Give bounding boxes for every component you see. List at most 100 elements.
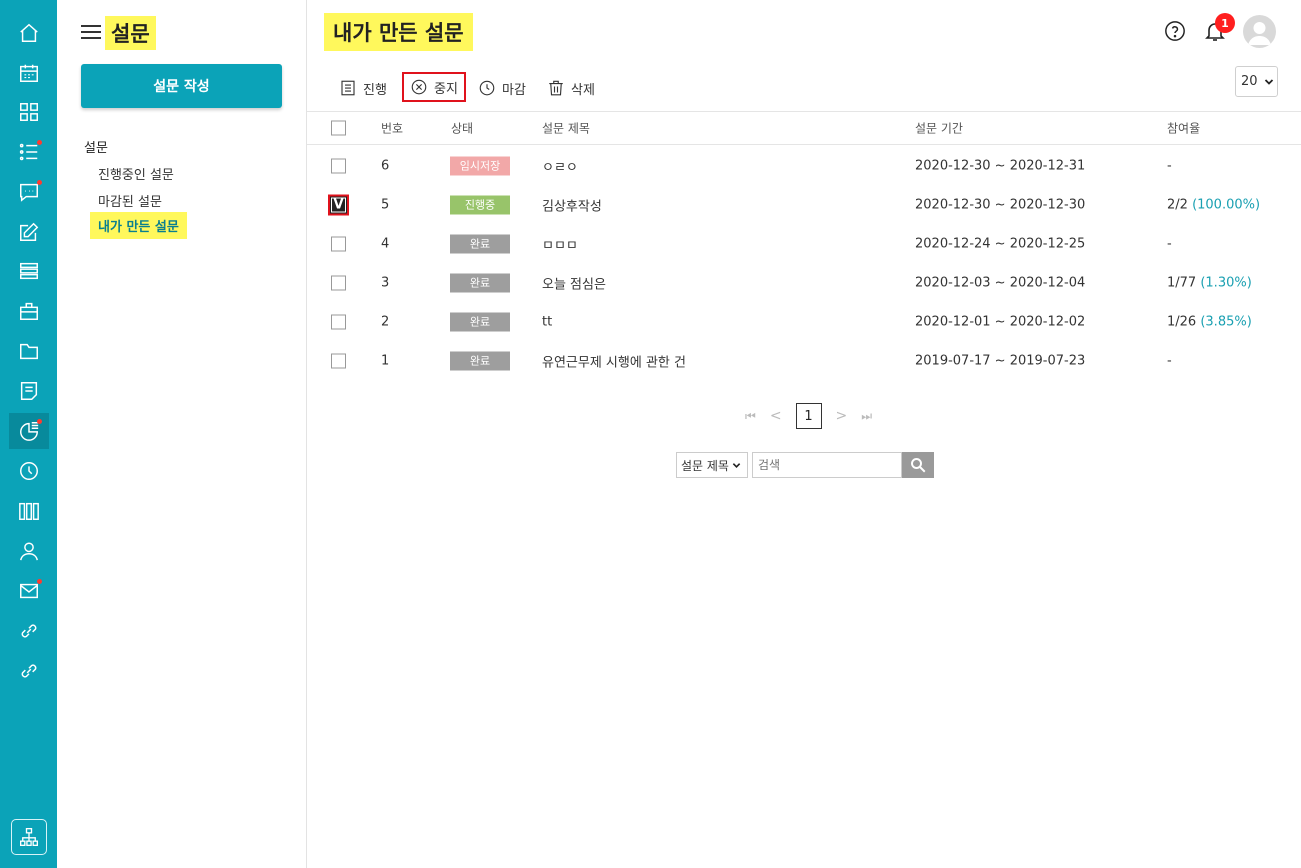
rate-percent: (1.30%) <box>1200 275 1252 290</box>
search-field-select[interactable]: 설문 제목 <box>676 452 748 478</box>
rate-count: - <box>1167 158 1172 173</box>
col-title: 설문 제목 <box>542 121 590 136</box>
avatar[interactable] <box>1243 15 1276 48</box>
row-checkbox[interactable] <box>331 275 346 290</box>
row-rate: 2/2 (100.00%) <box>1167 197 1260 212</box>
app-rail <box>0 0 57 868</box>
trash-icon <box>549 80 563 96</box>
select-all-checkbox[interactable] <box>331 120 346 136</box>
table-row[interactable]: 3 완료 오늘 점심은 2020-12-03 ~ 2020-12-04 1/77 (1.… <box>307 263 1301 302</box>
folder-icon[interactable] <box>9 333 49 369</box>
col-period: 설문 기간 <box>915 121 963 136</box>
sidebar-title: 설문 <box>105 16 156 50</box>
status-badge: 완료 <box>450 273 510 292</box>
search-field-value: 설문 제목 <box>681 458 729 473</box>
row-checkbox[interactable] <box>331 314 346 329</box>
org-chart-icon[interactable] <box>11 819 47 855</box>
page-number[interactable]: 1 <box>795 403 822 429</box>
rate-count: - <box>1167 353 1172 368</box>
survey-icon[interactable] <box>9 413 49 449</box>
row-checkbox[interactable]: V <box>328 194 349 215</box>
status-badge: 완료 <box>450 234 510 253</box>
row-no: 4 <box>381 236 390 251</box>
cancel-circle-icon <box>411 79 427 95</box>
rate-count: 1/26 <box>1167 314 1197 329</box>
row-checkbox[interactable] <box>331 158 346 173</box>
home-icon[interactable] <box>9 15 49 51</box>
row-no: 6 <box>381 158 390 173</box>
row-no: 2 <box>381 314 390 329</box>
nav-group-label: 설문 <box>84 141 108 156</box>
table-row[interactable]: 4 완료 ㅁㅁㅁ 2020-12-24 ~ 2020-12-25 - <box>307 224 1301 263</box>
row-checkbox[interactable] <box>331 236 346 251</box>
status-badge: 완료 <box>450 351 510 370</box>
link-icon[interactable] <box>9 653 49 689</box>
stop-button[interactable]: 중지 <box>402 72 466 102</box>
table-row[interactable]: 6 임시저장 ㅇㄹㅇ 2020-12-30 ~ 2020-12-31 - <box>307 146 1301 185</box>
stop-label: 중지 <box>434 81 458 97</box>
row-title[interactable]: 오늘 점심은 <box>542 273 606 292</box>
pagination: ⏮ < 1 > ⏭ <box>745 403 872 429</box>
row-title[interactable]: tt <box>542 314 552 329</box>
row-no: 3 <box>381 275 390 290</box>
chat-icon[interactable] <box>9 174 49 210</box>
nav-item-closed[interactable]: 마감된 설문 <box>98 191 162 210</box>
rate-count: 2/2 <box>1167 197 1188 212</box>
row-title[interactable]: ㅁㅁㅁ <box>542 234 578 253</box>
notification-dot <box>37 180 42 185</box>
progress-button[interactable]: 진행 <box>333 74 393 102</box>
link-icon[interactable] <box>9 613 49 649</box>
notification-dot <box>37 140 42 145</box>
table-row[interactable]: 1 완료 유연근무제 시행에 관한 건 2019-07-17 ~ 2019-07-23… <box>307 341 1301 380</box>
row-period: 2020-12-01 ~ 2020-12-02 <box>915 314 1086 329</box>
document-icon <box>341 80 355 96</box>
nav-item-ongoing[interactable]: 진행중인 설문 <box>98 164 174 183</box>
search-input[interactable] <box>752 452 902 478</box>
list-icon[interactable] <box>9 134 49 170</box>
note-icon[interactable] <box>9 373 49 409</box>
page-title: 내가 만든 설문 <box>324 13 473 51</box>
last-page-icon[interactable]: ⏭ <box>861 409 872 424</box>
col-rate: 참여율 <box>1167 121 1201 136</box>
edit-icon[interactable] <box>9 214 49 250</box>
survey-sidebar: 설문 설문 작성 설문 진행중인 설문 마감된 설문 내가 만든 설문 <box>57 0 307 868</box>
prev-page-icon[interactable]: < <box>770 408 782 424</box>
grid-icon[interactable] <box>9 94 49 130</box>
mail-icon[interactable] <box>9 573 49 609</box>
briefcase-icon[interactable] <box>9 293 49 329</box>
close-survey-button[interactable]: 마감 <box>472 74 532 102</box>
row-rate: - <box>1167 353 1172 368</box>
menu-icon[interactable] <box>81 22 101 42</box>
progress-label: 진행 <box>363 82 387 98</box>
notification-dot <box>37 419 42 424</box>
rate-percent: (3.85%) <box>1200 314 1252 329</box>
row-rate: 1/26 (3.85%) <box>1167 314 1252 329</box>
row-title[interactable]: 유연근무제 시행에 관한 건 <box>542 351 686 370</box>
table-row[interactable]: V 5 진행중 김상후작성 2020-12-30 ~ 2020-12-30 2/2 (10… <box>307 185 1301 224</box>
help-icon[interactable] <box>1164 20 1186 46</box>
search-button[interactable] <box>902 452 934 478</box>
close-label: 마감 <box>502 82 526 98</box>
books-icon[interactable] <box>9 493 49 529</box>
clock-icon[interactable] <box>9 453 49 489</box>
next-page-icon[interactable]: > <box>836 408 848 424</box>
nav-item-my-surveys[interactable]: 내가 만든 설문 <box>90 212 187 239</box>
first-page-icon[interactable]: ⏮ <box>745 409 756 424</box>
status-badge: 임시저장 <box>450 156 510 175</box>
compose-survey-button[interactable]: 설문 작성 <box>81 64 282 108</box>
page-size-select[interactable]: 20 <box>1235 66 1278 97</box>
table-row[interactable]: 2 완료 tt 2020-12-01 ~ 2020-12-02 1/26 (3.85%) <box>307 302 1301 341</box>
user-icon[interactable] <box>9 533 49 569</box>
status-badge: 완료 <box>450 312 510 331</box>
stack-icon[interactable] <box>9 253 49 289</box>
col-status: 상태 <box>451 121 474 136</box>
delete-button[interactable]: 삭제 <box>541 74 601 102</box>
calendar-icon[interactable] <box>9 55 49 91</box>
row-rate: 1/77 (1.30%) <box>1167 275 1252 290</box>
row-title[interactable]: 김상후작성 <box>542 195 602 214</box>
rate-count: - <box>1167 236 1172 251</box>
row-period: 2020-12-03 ~ 2020-12-04 <box>915 275 1086 290</box>
row-checkbox[interactable] <box>331 353 346 368</box>
row-title[interactable]: ㅇㄹㅇ <box>542 156 578 175</box>
row-rate: - <box>1167 236 1172 251</box>
